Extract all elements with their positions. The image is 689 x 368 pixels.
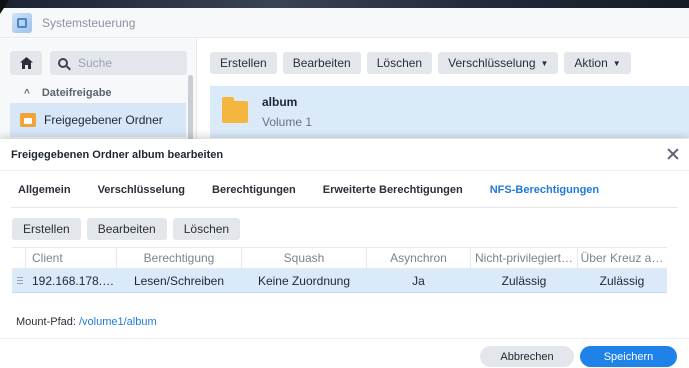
- action-label: Aktion: [574, 56, 608, 70]
- shared-folder-row[interactable]: album Volume 1: [210, 86, 689, 138]
- search-input[interactable]: [78, 56, 178, 70]
- column-header-handle: [12, 248, 26, 268]
- mouse-cursor-icon: [0, 0, 9, 14]
- cell-cross-mount: Zulässig: [599, 273, 645, 288]
- encryption-dropdown[interactable]: Verschlüsselung ▼: [438, 52, 559, 74]
- close-icon[interactable]: [667, 148, 679, 160]
- encryption-label: Verschlüsselung: [448, 56, 536, 70]
- dialog-header[interactable]: Freigegebenen Ordner album bearbeiten: [0, 139, 689, 171]
- nfs-delete-button[interactable]: Löschen: [172, 218, 241, 240]
- create-button[interactable]: Erstellen: [210, 52, 277, 74]
- share-volume: Volume 1: [262, 115, 313, 129]
- caret-down-icon: ▼: [540, 58, 549, 68]
- delete-button[interactable]: Löschen: [366, 52, 433, 74]
- tab-encryption[interactable]: Verschlüsselung: [91, 184, 185, 196]
- chevron-up-icon: ^: [24, 87, 30, 99]
- caret-down-icon: ▼: [612, 58, 621, 68]
- column-header-async[interactable]: Asynchron: [367, 248, 471, 268]
- edit-button[interactable]: Bearbeiten: [282, 52, 361, 74]
- folder-icon: [222, 97, 248, 123]
- home-button[interactable]: [10, 51, 42, 75]
- row-drag-handle[interactable]: [12, 269, 26, 292]
- sidebar-section-label: Dateifreigabe: [41, 87, 112, 99]
- sidebar-section-file-sharing[interactable]: ^ Dateifreigabe: [24, 87, 112, 99]
- mount-path-link[interactable]: /volume1/album: [79, 316, 157, 328]
- search-box[interactable]: [50, 51, 187, 75]
- cell-async: Ja: [412, 273, 425, 288]
- main-toolbar: Erstellen Bearbeiten Löschen Verschlüsse…: [210, 52, 631, 74]
- table-row[interactable]: 192.168.178.… Lesen/Schreiben Keine Zuor…: [12, 269, 667, 293]
- cell-squash: Keine Zuordnung: [257, 273, 351, 288]
- tab-advanced-permissions[interactable]: Erweiterte Berechtigungen: [316, 184, 463, 196]
- edit-shared-folder-dialog: Freigegebenen Ordner album bearbeiten Al…: [0, 139, 689, 368]
- mount-path: Mount-Pfad: /volume1/album: [16, 316, 157, 328]
- dialog-tabs: Allgemein Verschlüsselung Berechtigungen…: [11, 172, 678, 208]
- cell-non-privileged: Zulässig: [501, 273, 547, 288]
- column-header-cross-mount[interactable]: Über Kreuz a…: [578, 248, 666, 268]
- action-dropdown[interactable]: Aktion ▼: [564, 52, 631, 74]
- dialog-footer: Abbrechen Speichern: [0, 338, 689, 368]
- window-titlebar[interactable]: Systemsteuerung: [0, 8, 689, 38]
- cancel-button[interactable]: Abbrechen: [480, 346, 574, 367]
- dialog-title: Freigegebenen Ordner album bearbeiten: [11, 148, 224, 161]
- column-header-squash[interactable]: Squash: [242, 248, 367, 268]
- sidebar-item-label: Freigegebener Ordner: [44, 113, 163, 127]
- share-name: album: [262, 95, 298, 109]
- mount-path-label: Mount-Pfad:: [16, 316, 76, 328]
- tab-permissions[interactable]: Berechtigungen: [205, 184, 296, 196]
- table-header: Client Berechtigung Squash Asynchron Nic…: [12, 247, 667, 269]
- sidebar-item-shared-folder[interactable]: Freigegebener Ordner: [10, 103, 186, 137]
- nfs-rules-table: Client Berechtigung Squash Asynchron Nic…: [12, 247, 667, 293]
- cell-client: 192.168.178.…: [32, 273, 115, 288]
- save-button[interactable]: Speichern: [580, 346, 677, 367]
- column-header-non-privileged[interactable]: Nicht-privilegiert…: [471, 248, 578, 268]
- search-icon: [58, 58, 68, 68]
- nfs-toolbar: Erstellen Bearbeiten Löschen: [12, 218, 241, 240]
- home-icon: [19, 57, 33, 69]
- column-header-permission[interactable]: Berechtigung: [117, 248, 242, 268]
- desktop-wallpaper: [0, 0, 689, 8]
- nfs-edit-button[interactable]: Bearbeiten: [86, 218, 167, 240]
- drag-handle-icon: [17, 277, 23, 284]
- cell-permission: Lesen/Schreiben: [133, 273, 225, 288]
- tab-nfs-permissions[interactable]: NFS-Berechtigungen: [483, 184, 599, 196]
- control-panel-app-icon: [12, 12, 32, 33]
- column-header-client[interactable]: Client: [26, 248, 117, 268]
- tab-general[interactable]: Allgemein: [11, 184, 71, 196]
- window-title: Systemsteuerung: [42, 15, 136, 30]
- nfs-create-button[interactable]: Erstellen: [12, 218, 81, 240]
- shared-folder-icon: [20, 113, 36, 127]
